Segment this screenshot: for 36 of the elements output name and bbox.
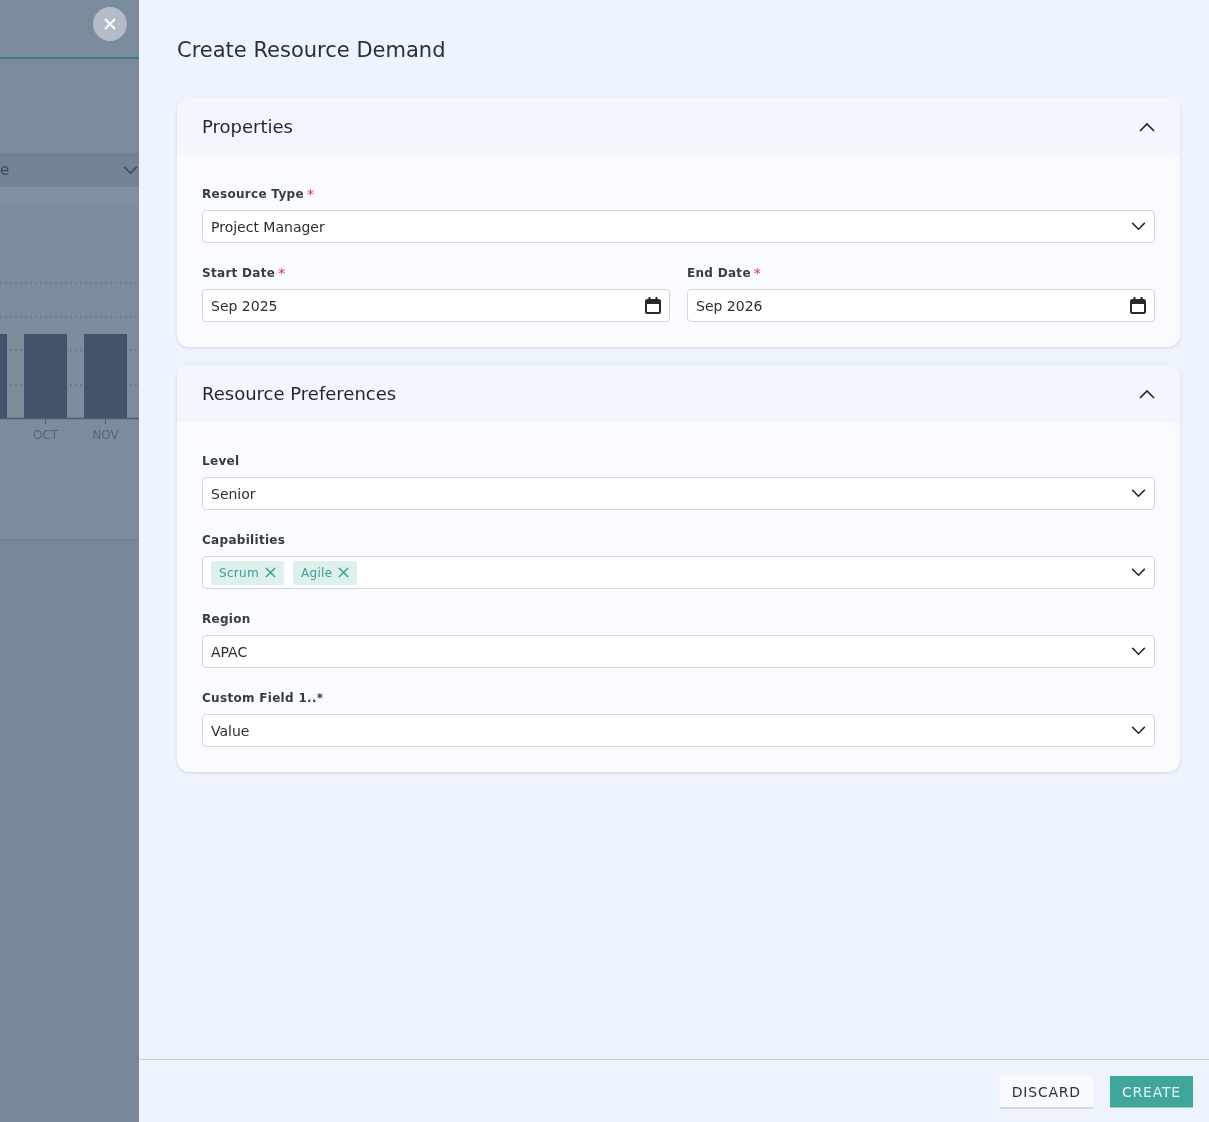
select-field[interactable]: Senior	[202, 477, 1155, 510]
date-field[interactable]: Sep 2025	[202, 289, 670, 322]
field-label: Start Date	[202, 266, 276, 280]
section-title: Resource Preferences	[202, 383, 397, 404]
field-label: Region	[202, 612, 251, 626]
field-label: End Date	[687, 266, 751, 280]
field-label: Level	[202, 454, 240, 468]
calendar-icon[interactable]	[1130, 297, 1146, 314]
panel-title: Create Resource Demand	[177, 37, 447, 64]
close-icon[interactable]	[264, 567, 276, 578]
required-mark: *	[306, 187, 314, 201]
date-field[interactable]: Sep 2026	[687, 289, 1155, 322]
chevron-up-icon[interactable]	[1139, 121, 1155, 132]
tag-label: Agile	[300, 565, 333, 580]
close-button[interactable]	[93, 7, 127, 41]
chevron-up-icon[interactable]	[1139, 388, 1155, 399]
close-icon[interactable]	[338, 567, 350, 578]
chevron-down-icon	[123, 165, 138, 175]
select-field[interactable]: APAC	[202, 635, 1155, 668]
required-mark: *	[278, 266, 286, 280]
chevron-down-icon	[1131, 568, 1146, 577]
field-label: Custom Field 1..*	[202, 691, 324, 705]
section-title: Properties	[202, 116, 293, 137]
chevron-down-icon	[1131, 726, 1146, 735]
calendar-icon[interactable]	[645, 297, 661, 314]
close-icon	[104, 18, 116, 30]
field-label: Resource Type	[202, 187, 304, 201]
select-field[interactable]: Value	[202, 714, 1155, 747]
chevron-down-icon	[1131, 647, 1146, 656]
chevron-down-icon	[1131, 222, 1146, 231]
select-field[interactable]: Project Manager	[202, 210, 1155, 243]
chevron-down-icon	[1131, 489, 1146, 498]
discard-button[interactable]: DISCARD	[999, 1076, 1093, 1107]
required-mark: *	[753, 266, 761, 280]
tag-label: Scrum	[219, 565, 259, 580]
field-label: Capabilities	[202, 533, 286, 547]
